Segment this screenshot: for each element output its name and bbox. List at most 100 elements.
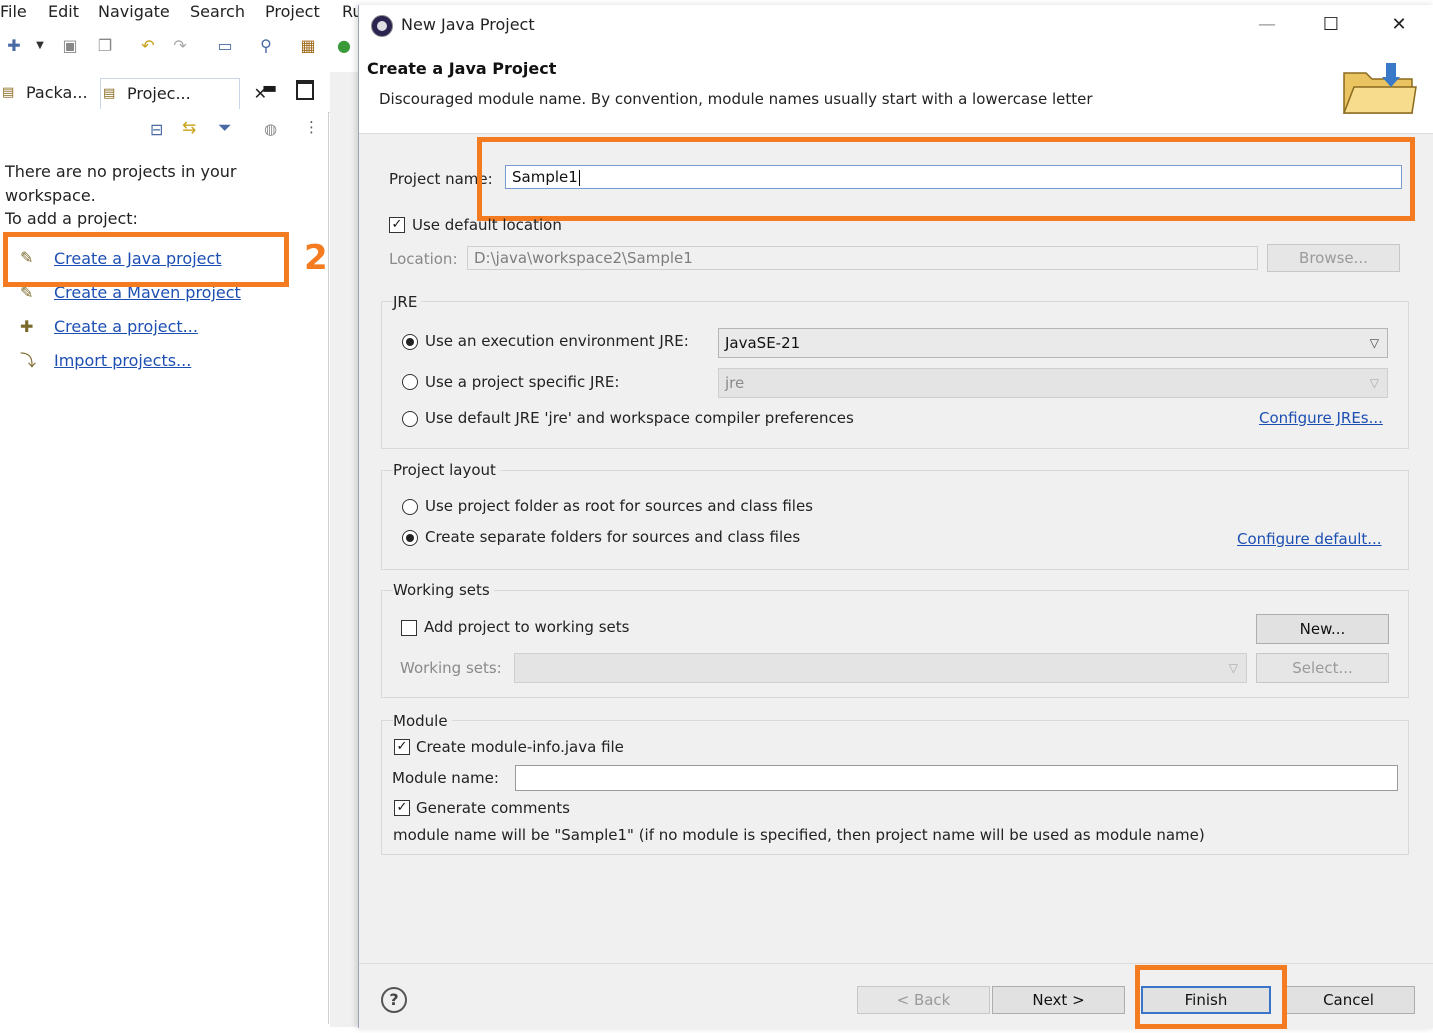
use-default-location-checkbox[interactable]: ✓ xyxy=(389,217,405,233)
add-to-working-sets-label: Add project to working sets xyxy=(424,618,630,636)
editor-area xyxy=(330,72,358,1027)
root-folder-radio[interactable] xyxy=(402,499,418,515)
tab-project-explorer[interactable]: ▤ Projec... ✕ xyxy=(100,78,267,109)
menu-search[interactable]: Search xyxy=(190,2,245,21)
location-label: Location: xyxy=(389,250,458,268)
tab-label: Projec... xyxy=(127,84,191,103)
project-specific-radio[interactable] xyxy=(402,374,418,390)
project-layout-title: Project layout xyxy=(393,461,500,479)
working-sets-select[interactable]: ▽ xyxy=(514,653,1247,683)
wizard-banner: Create a Java Project Discouraged module… xyxy=(359,45,1433,134)
generate-comments-label: Generate comments xyxy=(416,799,570,817)
step-number: 2 xyxy=(304,238,328,278)
location-value: D:\java\workspace2\Sample1 xyxy=(474,249,693,267)
add-to-working-sets-checkbox[interactable] xyxy=(401,620,417,636)
dialog-title: New Java Project xyxy=(401,15,535,34)
menu-project[interactable]: Project xyxy=(265,2,320,21)
chevron-down-icon: ▽ xyxy=(1369,336,1379,350)
empty-message: There are no projects in your xyxy=(5,162,237,181)
module-name-input[interactable] xyxy=(515,765,1398,791)
browse-button[interactable]: Browse... xyxy=(1267,244,1400,272)
highlight-project-name xyxy=(477,137,1415,221)
create-project-link[interactable]: Create a project... xyxy=(54,317,198,336)
project-specific-select[interactable]: jre ▽ xyxy=(718,368,1388,398)
main-toolbar: ✚ ▼ ▣ ❐ ↶ ↷ ▭ ⚲ ▦ ● xyxy=(0,28,360,68)
root-folder-label: Use project folder as root for sources a… xyxy=(425,497,813,515)
exec-env-select[interactable]: JavaSE-21 ▽ xyxy=(718,328,1388,358)
search-icon[interactable]: ⚲ xyxy=(256,36,276,56)
jre-group-title: JRE xyxy=(393,293,422,311)
add-project-prompt: To add a project: xyxy=(5,209,138,228)
wizard-heading: Create a Java Project xyxy=(367,59,557,78)
menu-edit[interactable]: Edit xyxy=(48,2,79,21)
exec-env-label: Use an execution environment JRE: xyxy=(425,332,689,350)
exec-env-value: JavaSE-21 xyxy=(725,334,801,352)
view-tabs: ▤ Packa... ▤ Projec... ✕ ▬ xyxy=(0,72,330,113)
chevron-down-icon: ▽ xyxy=(1228,661,1238,675)
generate-comments-checkbox[interactable]: ✓ xyxy=(394,800,410,816)
exec-env-radio[interactable] xyxy=(402,334,418,350)
highlight-finish xyxy=(1135,965,1287,1029)
help-icon[interactable]: ? xyxy=(381,987,407,1013)
filter-icon[interactable]: ⏷ xyxy=(218,118,232,138)
working-sets-title: Working sets xyxy=(393,581,494,599)
package-icon[interactable]: ▦ xyxy=(298,36,318,56)
create-module-info-checkbox[interactable]: ✓ xyxy=(394,739,410,755)
next-button[interactable]: Next > xyxy=(992,986,1125,1014)
link-editor-icon[interactable]: ⇆ xyxy=(182,118,196,138)
configure-jres-link[interactable]: Configure JREs... xyxy=(1259,409,1383,427)
eclipse-icon xyxy=(371,15,393,37)
cancel-button[interactable]: Cancel xyxy=(1282,986,1415,1014)
empty-message-2: workspace. xyxy=(5,186,96,205)
menu-bar: File Edit Navigate Search Project Ru xyxy=(0,0,363,26)
run-icon[interactable]: ● xyxy=(334,36,354,56)
close-button[interactable]: ✕ xyxy=(1381,11,1417,39)
save-icon[interactable]: ▣ xyxy=(60,36,80,56)
menu-file[interactable]: File xyxy=(0,2,27,21)
view-menu-icon[interactable]: ⋮ xyxy=(304,118,319,136)
project-icon: ✚ xyxy=(20,317,34,336)
menu-navigate[interactable]: Navigate xyxy=(98,2,170,21)
minimize-button[interactable]: — xyxy=(1249,11,1285,39)
import-projects-link[interactable]: Import projects... xyxy=(54,351,191,370)
wizard-message: Discouraged module name. By convention, … xyxy=(379,90,1093,108)
redo-icon[interactable]: ↷ xyxy=(170,36,190,56)
back-button[interactable]: < Back xyxy=(857,986,990,1014)
collapse-all-icon[interactable]: ⊟ xyxy=(150,120,163,139)
terminal-icon[interactable]: ▭ xyxy=(215,36,235,56)
use-default-location-label: Use default location xyxy=(412,216,562,234)
module-title: Module xyxy=(393,712,452,730)
folder-icon xyxy=(1342,63,1417,114)
focus-icon[interactable]: ◍ xyxy=(264,120,277,138)
highlight-create-java-project xyxy=(3,232,289,287)
undo-icon[interactable]: ↶ xyxy=(138,36,158,56)
location-input[interactable]: D:\java\workspace2\Sample1 xyxy=(467,246,1258,270)
separate-folders-radio[interactable] xyxy=(402,530,418,546)
default-jre-radio[interactable] xyxy=(402,411,418,427)
save-all-icon[interactable]: ❐ xyxy=(95,36,115,56)
project-specific-value: jre xyxy=(725,374,745,392)
project-layout-group xyxy=(381,470,1409,570)
module-name-label: Module name: xyxy=(392,769,499,787)
default-jre-label: Use default JRE 'jre' and workspace comp… xyxy=(425,409,854,427)
maximize-button[interactable]: ☐ xyxy=(1313,11,1349,39)
import-icon: ⤵ xyxy=(20,351,37,370)
new-working-set-button[interactable]: New... xyxy=(1256,614,1389,644)
tab-package-explorer[interactable]: ▤ Packa... xyxy=(0,78,100,108)
project-specific-label: Use a project specific JRE: xyxy=(425,373,620,391)
package-explorer-icon: ▤ xyxy=(2,85,15,100)
configure-default-link[interactable]: Configure default... xyxy=(1237,530,1382,548)
separate-folders-label: Create separate folders for sources and … xyxy=(425,528,801,546)
chevron-down-icon: ▽ xyxy=(1369,376,1379,390)
tab-label: Packa... xyxy=(26,83,88,102)
select-working-sets-button[interactable]: Select... xyxy=(1256,653,1389,683)
dialog-title-bar: New Java Project — ☐ ✕ xyxy=(359,5,1433,45)
minimize-view-icon[interactable]: ▬ xyxy=(262,78,277,97)
maximize-view-icon[interactable] xyxy=(296,80,314,100)
working-sets-label: Working sets: xyxy=(400,659,502,677)
chevron-down-icon[interactable]: ▼ xyxy=(30,36,50,56)
project-explorer-icon: ▤ xyxy=(103,86,116,101)
new-wizard-icon[interactable]: ✚ xyxy=(4,36,24,56)
new-java-project-dialog: New Java Project — ☐ ✕ Create a Java Pro… xyxy=(358,5,1433,1029)
create-module-info-label: Create module-info.java file xyxy=(416,738,624,756)
